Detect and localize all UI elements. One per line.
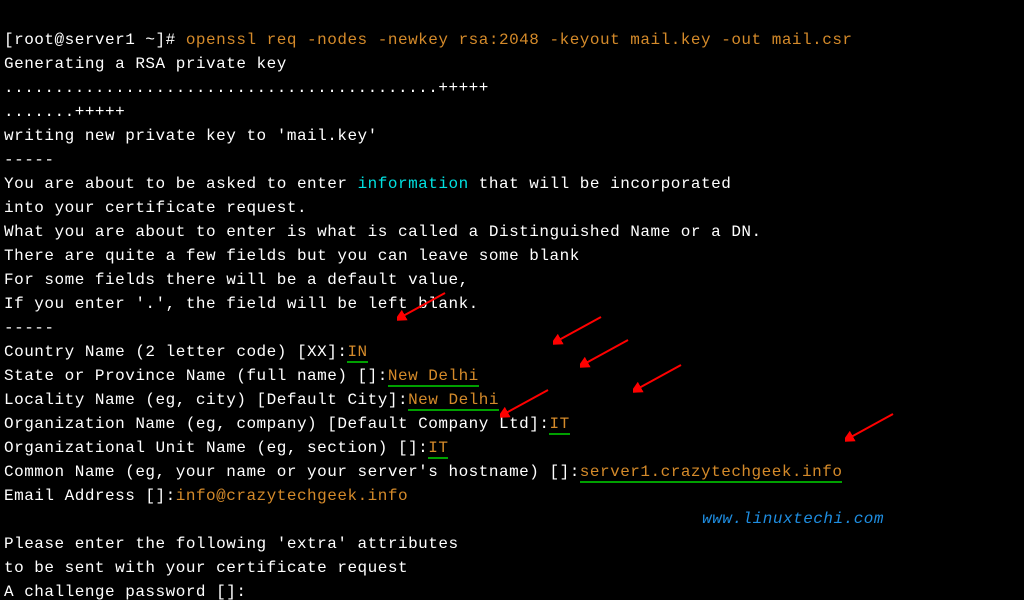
input-country[interactable]: IN [347, 343, 367, 363]
input-locality[interactable]: New Delhi [408, 391, 499, 411]
field-country: Country Name (2 letter code) [XX]: [4, 343, 347, 361]
output-line: that will be incorporated [469, 175, 732, 193]
watermark-text: www.linuxtechi.com [702, 510, 884, 528]
command-text: openssl req -nodes -newkey rsa:2048 -key… [186, 31, 853, 49]
output-line: For some fields there will be a default … [4, 271, 469, 289]
input-email[interactable]: info@crazytechgeek.info [176, 487, 408, 505]
output-line: You are about to be asked to enter [4, 175, 358, 193]
shell-prompt: [root@server1 ~]# [4, 31, 186, 49]
input-org-unit[interactable]: IT [428, 439, 448, 459]
output-line: ........................................… [4, 79, 489, 97]
output-line: .......+++++ [4, 103, 125, 121]
field-email: Email Address []: [4, 487, 176, 505]
field-common-name: Common Name (eg, your name or your serve… [4, 463, 580, 481]
output-line: There are quite a few fields but you can… [4, 247, 580, 265]
output-line: ----- [4, 151, 55, 169]
field-org-unit: Organizational Unit Name (eg, section) [… [4, 439, 428, 457]
output-line: writing new private key to 'mail.key' [4, 127, 378, 145]
output-line: What you are about to enter is what is c… [4, 223, 762, 241]
field-state: State or Province Name (full name) []: [4, 367, 388, 385]
input-organization[interactable]: IT [549, 415, 569, 435]
output-line: to be sent with your certificate request [4, 559, 408, 577]
output-line: If you enter '.', the field will be left… [4, 295, 479, 313]
field-challenge-password: A challenge password []: [4, 583, 246, 600]
highlighted-word: information [358, 175, 469, 193]
field-locality: Locality Name (eg, city) [Default City]: [4, 391, 408, 409]
input-common-name[interactable]: server1.crazytechgeek.info [580, 463, 843, 483]
output-line: ----- [4, 319, 55, 337]
field-organization: Organization Name (eg, company) [Default… [4, 415, 549, 433]
output-line: Generating a RSA private key [4, 55, 287, 73]
output-line: into your certificate request. [4, 199, 307, 217]
input-state[interactable]: New Delhi [388, 367, 479, 387]
output-line: Please enter the following 'extra' attri… [4, 535, 459, 553]
